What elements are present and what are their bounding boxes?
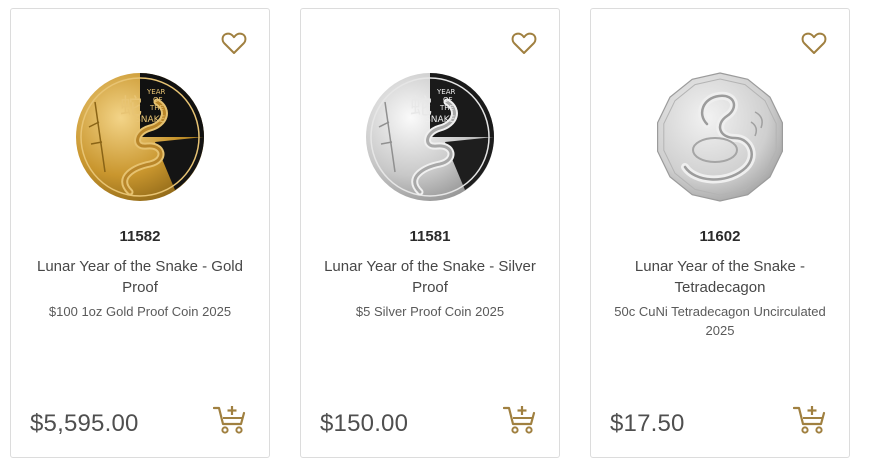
add-to-cart-icon[interactable] — [793, 405, 827, 435]
add-to-cart-icon[interactable] — [503, 405, 537, 435]
product-subtitle: 50c CuNi Tetradecagon Uncirculated 2025 — [614, 304, 826, 338]
product-price: $150.00 — [320, 410, 409, 437]
product-card[interactable]: 11602 Lunar Year of the Snake - Tetradec… — [590, 8, 850, 458]
coin-text: SNAKE — [425, 115, 456, 125]
product-price: $5,595.00 — [30, 410, 139, 437]
product-subtitle: $5 Silver Proof Coin 2025 — [355, 304, 505, 319]
silver-coin-image[interactable]: 蛇 YEAR OF THE SNAKE — [365, 72, 495, 202]
product-subtitle: $100 1oz Gold Proof Coin 2025 — [48, 304, 232, 319]
coin-text: THE — [439, 104, 454, 112]
coin-text: OF — [443, 96, 453, 104]
product-sku: 11602 — [699, 228, 741, 245]
product-title[interactable]: Lunar Year of the Snake - Tetradecagon — [605, 256, 835, 298]
product-sku: 11582 — [119, 228, 161, 245]
coin-text: YEAR — [436, 88, 455, 96]
coin-text: THE — [149, 104, 164, 112]
product-sku: 11581 — [409, 228, 451, 245]
heart-icon[interactable] — [221, 31, 247, 55]
product-card[interactable]: 蛇 YEAR OF THE SNAKE 11582 Lunar Year of … — [10, 8, 270, 458]
product-title[interactable]: Lunar Year of the Snake - Silver Proof — [315, 256, 545, 298]
tetradecagon-coin-image[interactable] — [655, 72, 785, 202]
coin-text: SNAKE — [135, 115, 166, 125]
product-title[interactable]: Lunar Year of the Snake - Gold Proof — [25, 256, 255, 298]
product-card[interactable]: 蛇 YEAR OF THE SNAKE 11581 Lunar Year of … — [300, 8, 560, 458]
heart-icon[interactable] — [801, 31, 827, 55]
coin-text: YEAR — [146, 88, 165, 96]
gold-coin-image[interactable]: 蛇 YEAR OF THE SNAKE — [75, 72, 205, 202]
coin-text: OF — [153, 96, 163, 104]
product-price: $17.50 — [610, 410, 685, 437]
heart-icon[interactable] — [511, 31, 537, 55]
add-to-cart-icon[interactable] — [213, 405, 247, 435]
